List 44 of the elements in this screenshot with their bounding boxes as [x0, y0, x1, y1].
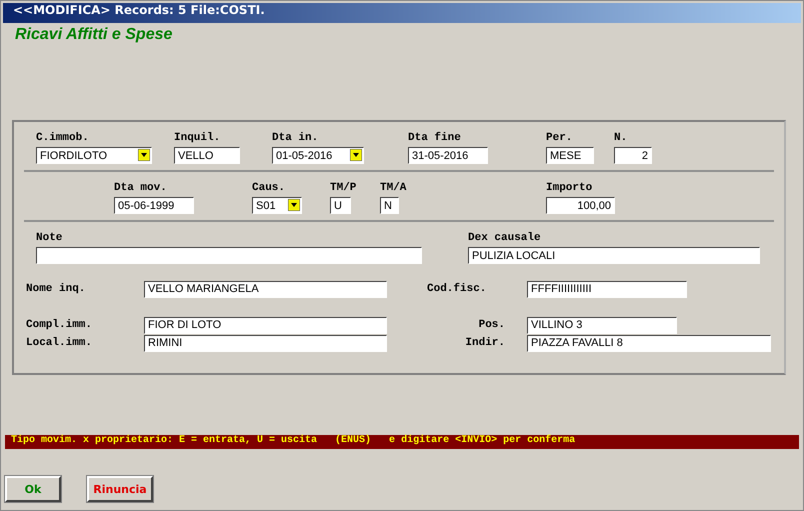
field-label: Importo [546, 182, 594, 194]
form-heading: Ricavi Affitti e Spese [15, 26, 174, 44]
field-label: Dta in. [272, 132, 320, 144]
field-label: Dex causale [468, 232, 542, 244]
field-label: N. [614, 132, 628, 144]
field-label: Dta mov. [114, 182, 168, 194]
input-field[interactable]: 2 [614, 147, 652, 164]
field-label: Nome inq. [26, 283, 86, 295]
input-field[interactable]: FIOR DI LOTO [144, 316, 387, 334]
field-label: Dta fine [408, 132, 462, 144]
field-label: Compl.imm. [26, 319, 94, 331]
combo-box[interactable]: 01-05-2016 [272, 147, 364, 164]
dropdown-arrow-icon[interactable] [350, 149, 362, 161]
input-field[interactable]: RIMINI [144, 334, 387, 352]
input-field[interactable] [36, 247, 422, 264]
dropdown-arrow-icon[interactable] [138, 149, 150, 161]
combo-box[interactable]: S01 [252, 197, 302, 214]
field-label: TM/A [380, 182, 408, 194]
input-field[interactable]: VELLO [174, 147, 240, 164]
status-bar: Tipo movim. x proprietario: E = entrata, U = uscita (ENUS) e digitare <INVIO> per conferma [5, 435, 799, 449]
input-field[interactable]: VILLINO 3 [527, 316, 677, 334]
field-label: Note [36, 232, 64, 244]
input-field[interactable]: 100,00 [546, 197, 615, 214]
window-title: <<MODIFICA> Records: 5 File:COSTI. [3, 3, 801, 23]
dropdown-arrow-icon[interactable] [288, 199, 300, 211]
input-field[interactable]: VELLO MARIANGELA [144, 280, 387, 298]
field-label: Cod.fisc. [426, 283, 488, 295]
input-field[interactable]: 31-05-2016 [408, 147, 488, 164]
field-label: Local.imm. [26, 337, 94, 349]
field-label: TM/P [330, 182, 358, 194]
input-field[interactable]: FFFFIIIIIIIIIII [527, 280, 687, 298]
input-field[interactable]: N [380, 197, 399, 214]
field-label: C.immob. [36, 132, 90, 144]
input-field[interactable]: 05-06-1999 [114, 197, 194, 214]
input-field[interactable]: PULIZIA LOCALI [468, 247, 760, 264]
field-label: Indir. [464, 337, 506, 349]
combo-box[interactable]: FIORDILOTO [36, 147, 152, 164]
input-field[interactable]: U [330, 197, 351, 214]
field-label: Caus. [252, 182, 286, 194]
field-label: Pos. [478, 319, 506, 331]
field-label: Inquil. [174, 132, 222, 144]
input-field[interactable]: MESE [546, 147, 594, 164]
input-field[interactable]: PIAZZA FAVALLI 8 [527, 334, 771, 352]
field-label: Per. [546, 132, 574, 144]
